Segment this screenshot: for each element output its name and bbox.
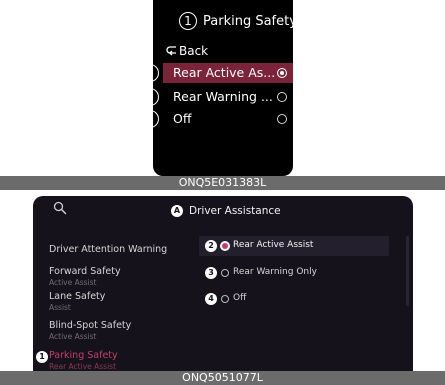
cluster-display: 1 Parking Safety Back 2 Rear Active As..… — [153, 0, 293, 176]
option-rear-active-assist[interactable]: 2 Rear Active Assist — [199, 236, 389, 256]
search-icon[interactable] — [53, 201, 67, 215]
badge-a: A — [171, 205, 183, 217]
cluster-option-rear-active-assist[interactable]: 2 Rear Active As... — [153, 63, 293, 83]
menu-item-sub: Active Assist — [49, 278, 97, 287]
screen-title-text: Driver Assistance — [189, 205, 281, 217]
cluster-option-rear-warning-only[interactable]: 3 Rear Warning ... — [153, 87, 293, 107]
menu-item-label: Lane Safety — [49, 291, 106, 302]
callout-1: 1 — [179, 12, 197, 30]
option-label: Off — [233, 293, 247, 303]
radio-icon — [277, 92, 287, 102]
menu-item-sub: Assist — [49, 303, 71, 312]
menu-item-label: Blind-Spot Safety — [49, 320, 132, 331]
scrollbar[interactable] — [406, 236, 409, 306]
callout-4: 4 — [153, 110, 159, 128]
cluster-option-label: Rear Active As... — [173, 65, 276, 80]
option-off[interactable]: 4 Off — [199, 289, 389, 309]
callout-2: 2 — [153, 64, 159, 82]
callout-3: 3 — [153, 88, 159, 106]
radio-selected-icon — [277, 68, 287, 78]
radio-selected-icon — [221, 242, 229, 250]
radio-icon — [221, 295, 229, 303]
screen-title: A Driver Assistance — [171, 205, 281, 217]
menu-item-forward-safety[interactable]: Forward Safety Active Assist — [49, 266, 121, 287]
menu-item-parking-safety[interactable]: 1 Parking Safety Rear Active Assist — [36, 350, 118, 371]
badge-4: 4 — [205, 293, 217, 305]
menu-item-label: Parking Safety — [49, 350, 118, 361]
back-button[interactable]: Back — [164, 41, 293, 61]
option-label: Rear Active Assist — [233, 240, 314, 250]
radio-icon — [221, 269, 229, 277]
menu-item-driver-attention-warning[interactable]: Driver Attention Warning — [49, 244, 167, 255]
cluster-title: 1 Parking Safety — [179, 12, 293, 30]
badge-1: 1 — [36, 351, 48, 363]
menu-item-blind-spot-safety[interactable]: Blind-Spot Safety Active Assist — [49, 320, 131, 341]
screen-header: A Driver Assistance — [33, 196, 413, 224]
radio-icon — [277, 114, 287, 124]
infotainment-screen: A Driver Assistance Driver Attention War… — [33, 196, 413, 372]
caption-top: ONQ5E031383L — [0, 176, 445, 190]
cluster-option-label: Rear Warning ... — [173, 89, 273, 104]
menu-item-label: Forward Safety — [49, 266, 121, 277]
badge-2: 2 — [205, 240, 217, 252]
cluster-option-off[interactable]: 4 Off — [153, 109, 293, 129]
badge-3: 3 — [205, 267, 217, 279]
menu-item-sub: Active Assist — [49, 332, 97, 341]
menu-item-sub: Rear Active Assist — [49, 362, 117, 371]
caption-bottom: ONQ5051077L — [0, 371, 445, 385]
option-rear-warning-only[interactable]: 3 Rear Warning Only — [199, 263, 389, 283]
cluster-title-text: Parking Safety — [203, 13, 293, 29]
back-label: Back — [179, 44, 209, 58]
menu-item-lane-safety[interactable]: Lane Safety Assist — [49, 291, 105, 312]
cluster-option-label: Off — [173, 111, 192, 126]
option-label: Rear Warning Only — [233, 267, 317, 277]
menu-item-label: Driver Attention Warning — [49, 244, 168, 255]
back-arrow-icon — [166, 46, 176, 56]
